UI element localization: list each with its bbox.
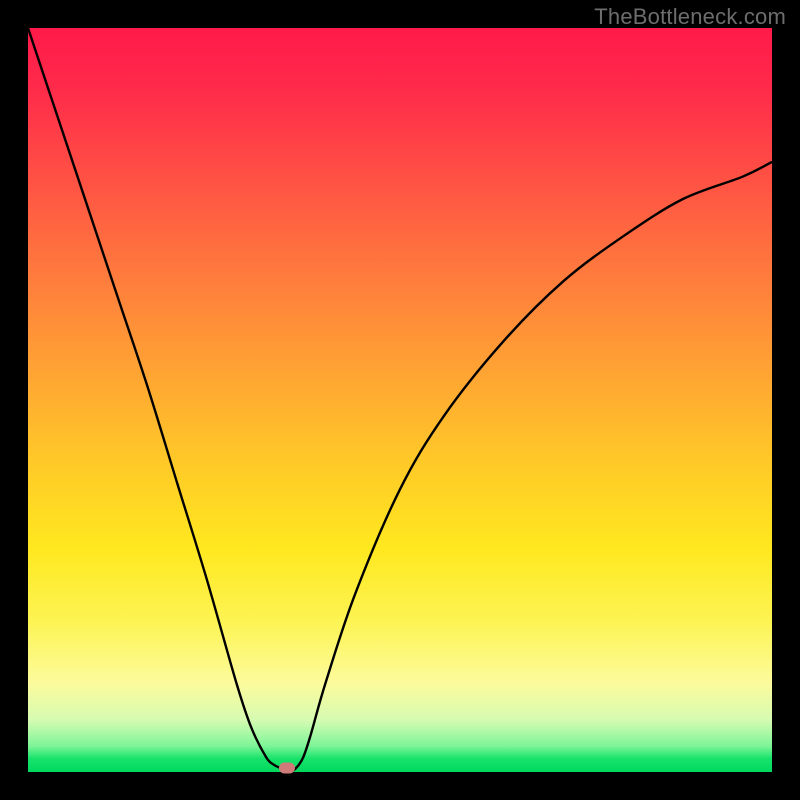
plot-area xyxy=(28,28,772,772)
bottleneck-curve xyxy=(28,28,772,772)
optimal-point-marker xyxy=(279,763,295,774)
watermark-text: TheBottleneck.com xyxy=(594,4,786,30)
chart-frame: TheBottleneck.com xyxy=(0,0,800,800)
